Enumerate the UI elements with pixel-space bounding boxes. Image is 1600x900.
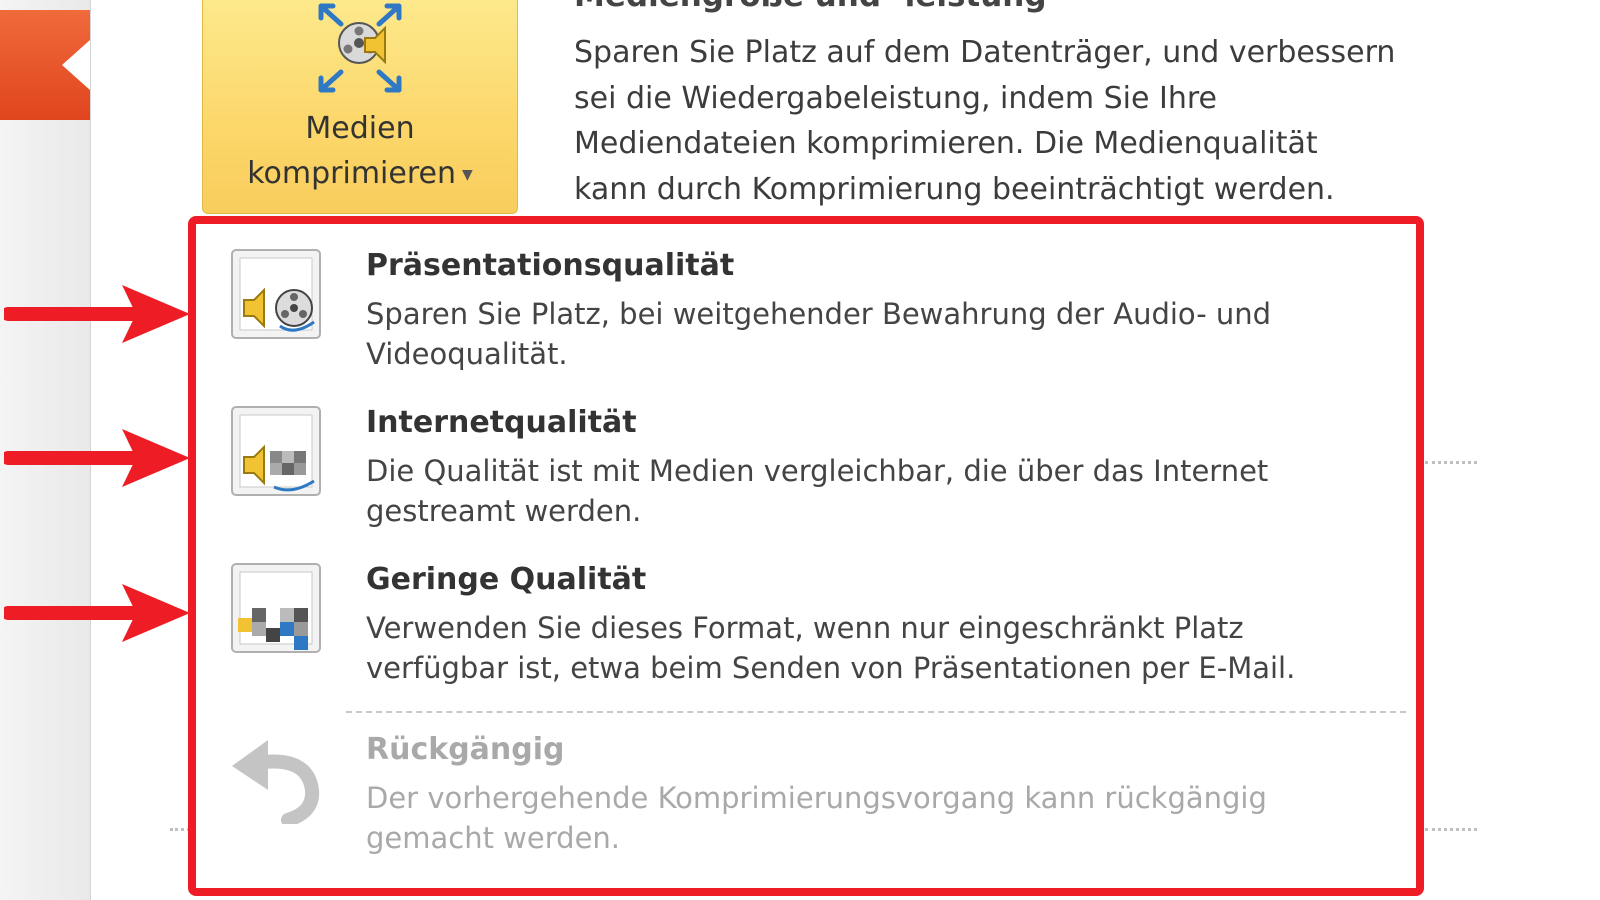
section-title: Mediengröße und -leistung: [574, 0, 1047, 14]
presentation-quality-icon: [231, 249, 321, 339]
menu-item-description-line: Sparen Sie Platz, bei weitgehender Bewah…: [366, 297, 1272, 331]
red-arrow-icon: [4, 584, 190, 642]
menu-item-description-line: gestreamt werden.: [366, 494, 642, 528]
menu-item-presentation-quality[interactable]: Präsentationsqualität Sparen Sie Platz, …: [220, 248, 1410, 378]
compress-button-label-line1: Medien: [305, 111, 415, 146]
backstage-separator: [1425, 461, 1477, 464]
backstage-separator: [1425, 828, 1477, 831]
menu-item-description-line: verfügbar ist, etwa beim Senden von Präs…: [366, 651, 1296, 685]
menu-item-internet-quality[interactable]: Internetqualität Die Qualität ist mit Me…: [220, 405, 1410, 535]
menu-item-description: Sparen Sie Platz, bei weitgehender Bewah…: [366, 294, 1271, 374]
compress-button-label-text: komprimieren: [247, 156, 456, 191]
undo-icon: [232, 740, 320, 824]
menu-item-description: Verwenden Sie dieses Format, wenn nur ei…: [366, 608, 1295, 688]
section-description-line: sei die Wiedergabeleistung, indem Sie Ih…: [574, 80, 1217, 116]
section-description-line: Mediendateien komprimieren. Die Medienqu…: [574, 126, 1318, 161]
compress-button-label-line2: komprimieren ▼: [203, 156, 517, 191]
menu-item-title: Rückgängig: [366, 732, 565, 767]
compress-media-dropdown: Präsentationsqualität Sparen Sie Platz, …: [188, 216, 1424, 896]
red-arrow-icon: [4, 285, 190, 343]
compress-media-icon: [318, 3, 402, 93]
menu-separator: [346, 711, 1406, 713]
backstage-separator: [170, 828, 190, 831]
menu-item-undo[interactable]: Rückgängig Der vorhergehende Komprimieru…: [220, 732, 1410, 862]
menu-item-description: Die Qualität ist mit Medien vergleichbar…: [366, 451, 1268, 531]
active-tab-marker[interactable]: [0, 10, 90, 120]
internet-quality-icon: [231, 406, 321, 496]
section-description-line: kann durch Komprimierung beeinträchtigt …: [574, 171, 1335, 207]
low-quality-icon: [231, 563, 321, 653]
menu-item-title: Präsentationsqualität: [366, 248, 735, 283]
compress-media-button[interactable]: Medien komprimieren ▼: [202, 0, 518, 214]
section-description: Sparen Sie Platz auf dem Datenträger, un…: [574, 30, 1474, 212]
menu-item-description-line: Die Qualität ist mit Medien vergleichbar…: [366, 454, 1269, 488]
menu-item-title: Internetqualität: [366, 405, 637, 440]
menu-item-description: Der vorhergehende Komprimierungsvorgang …: [366, 778, 1267, 858]
section-description-line: Sparen Sie Platz auf dem Datenträger, un…: [574, 35, 1396, 70]
chevron-down-icon: ▼: [461, 166, 473, 183]
menu-item-description-line: Videoqualität.: [366, 337, 568, 371]
red-arrow-icon: [4, 429, 190, 487]
menu-item-description-line: Verwenden Sie dieses Format, wenn nur ei…: [366, 611, 1244, 645]
menu-item-description-line: Der vorhergehende Komprimierungsvorgang …: [366, 781, 1267, 815]
menu-item-description-line: gemacht werden.: [366, 821, 621, 855]
menu-item-title: Geringe Qualität: [366, 562, 647, 597]
menu-item-low-quality[interactable]: Geringe Qualität Verwenden Sie dieses Fo…: [220, 562, 1410, 692]
